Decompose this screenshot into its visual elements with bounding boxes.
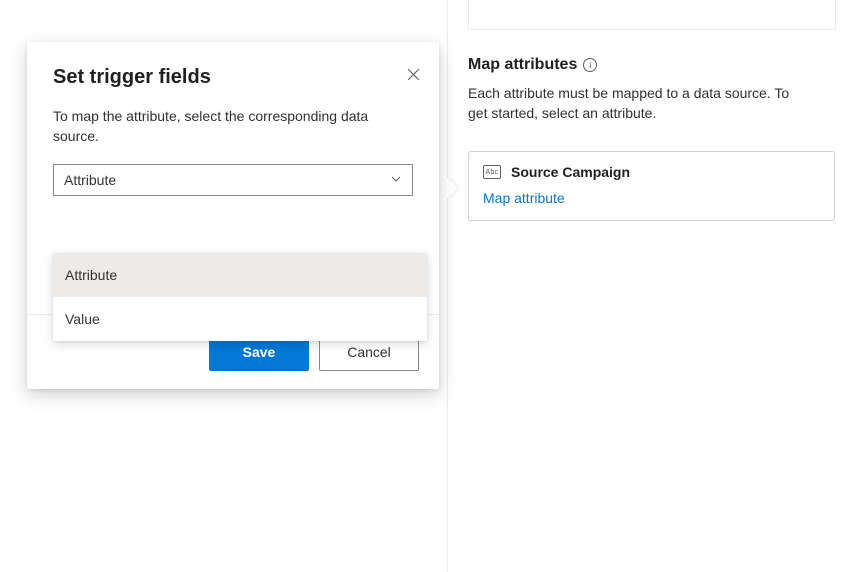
set-trigger-fields-dialog: Set trigger fields To map the attribute,… [27,42,439,389]
map-attributes-header: Map attributes i [468,56,835,74]
dialog-body: Set trigger fields To map the attribute,… [27,42,439,214]
map-attributes-title: Map attributes [468,56,577,74]
cancel-button-label: Cancel [347,344,391,360]
map-attributes-panel: Map attributes i Each attribute must be … [468,0,835,221]
dropdown-options-list: Attribute Value [53,253,427,341]
save-button-label: Save [243,344,276,360]
attribute-card-title: Source Campaign [511,164,630,180]
text-type-icon: Abc [483,165,501,179]
attribute-card-header: Abc Source Campaign [483,164,820,180]
dialog-description: To map the attribute, select the corresp… [53,107,413,146]
data-source-dropdown[interactable]: Attribute [53,164,413,196]
map-attribute-link[interactable]: Map attribute [483,190,565,206]
dropdown-option-value[interactable]: Value [53,297,427,341]
close-button[interactable] [403,64,423,84]
chevron-down-icon [390,172,402,188]
info-icon[interactable]: i [583,58,597,72]
map-attributes-description: Each attribute must be mapped to a data … [468,84,808,123]
dialog-title: Set trigger fields [53,66,413,89]
attribute-card[interactable]: Abc Source Campaign Map attribute [468,151,835,221]
dropdown-selected-value: Attribute [64,172,116,188]
close-icon [407,68,420,81]
dropdown-option-label: Value [65,311,100,327]
dropdown-option-attribute[interactable]: Attribute [53,253,427,297]
dropdown-option-label: Attribute [65,267,117,283]
vertical-divider [447,0,448,572]
